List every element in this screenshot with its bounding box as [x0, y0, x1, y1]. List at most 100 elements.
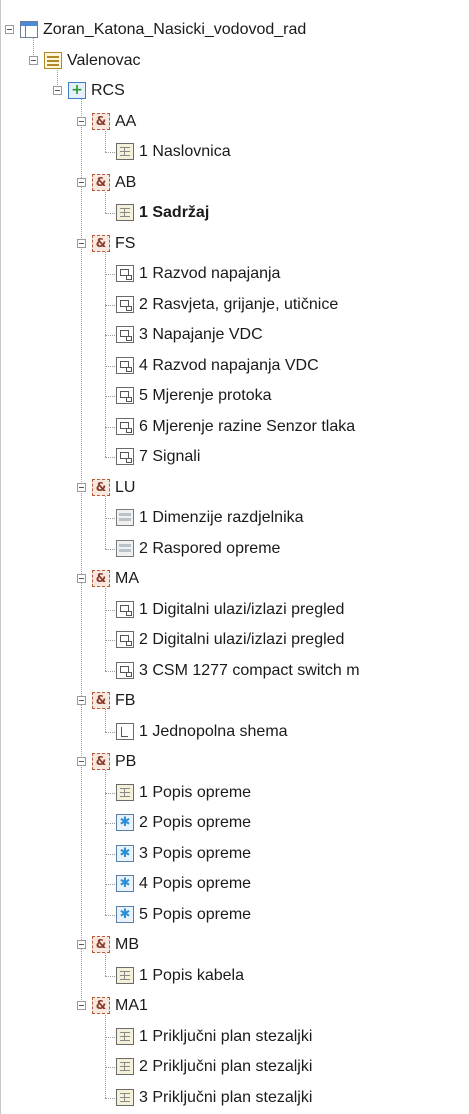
project-tree[interactable]: Zoran_Katona_Nasicki_vodovod_rad Valenova… [0, 0, 469, 1114]
tree-node[interactable]: & AA [1, 107, 469, 137]
tree-node-label: 3 Napajanje VDC [139, 326, 263, 343]
generated-report-icon: ✱ [116, 875, 134, 892]
ampersand-folder-icon: & [92, 112, 110, 130]
collapse-toggle[interactable] [77, 177, 86, 187]
tree-node[interactable]: 1 Dimenzije razdjelnika [1, 503, 469, 533]
tree-node[interactable]: & MB [1, 930, 469, 960]
tree-node[interactable]: + RCS [1, 76, 469, 106]
title-page-icon [116, 966, 134, 984]
tree-node[interactable]: 1 Digitalni ulazi/izlazi pregled [1, 595, 469, 625]
schematic-page-icon [116, 265, 134, 282]
layout-page-icon [116, 539, 134, 557]
ampersand-folder-icon: & [92, 997, 110, 1014]
ampersand-folder-icon: & [92, 234, 110, 252]
list-icon [44, 51, 62, 69]
collapse-toggle[interactable] [77, 1001, 86, 1010]
schematic-page-icon [116, 661, 134, 679]
tree-node-label: 3 CSM 1277 compact switch m [139, 661, 360, 679]
project-icon [20, 21, 38, 38]
tree-node[interactable]: 1 Jednopolna shema [1, 717, 469, 747]
tree-node[interactable]: ✱ 4 Popis opreme [1, 869, 469, 899]
tree-node[interactable]: 5 Mjerenje protoka [1, 381, 469, 411]
tree-node-label: 6 Mjerenje razine Senzor tlaka [139, 417, 356, 435]
collapse-toggle[interactable] [77, 574, 86, 583]
collapse-toggle[interactable] [77, 757, 86, 766]
tree-node-label: 3 Priključni plan stezaljki [139, 1088, 313, 1106]
collapse-toggle[interactable] [53, 86, 62, 95]
collapse-toggle[interactable] [77, 940, 86, 949]
tree-node-label: MA1 [115, 997, 148, 1014]
tree-node-label: AA [115, 112, 137, 130]
collapse-toggle[interactable] [5, 25, 14, 34]
schematic-page-icon [116, 631, 134, 648]
tree-node-label: 1 Naslovnica [139, 143, 231, 160]
tree-node-label: LU [115, 478, 136, 496]
tree-node-label: 2 Digitalni ulazi/izlazi pregled [139, 631, 345, 648]
collapse-toggle[interactable] [77, 482, 86, 492]
tree-node-label: 2 Raspored opreme [139, 539, 281, 557]
tree-node-label: 1 Digitalni ulazi/izlazi pregled [139, 600, 345, 618]
tree-node[interactable]: 3 CSM 1277 compact switch m [1, 656, 469, 686]
generated-report-icon: ✱ [116, 814, 134, 831]
tree-node-label: 2 Priključni plan stezaljki [139, 1058, 313, 1075]
generated-report-icon: ✱ [116, 844, 134, 862]
tree-node[interactable]: & MA [1, 564, 469, 594]
tree-node[interactable]: 6 Mjerenje razine Senzor tlaka [1, 412, 469, 442]
tree-node-label: 4 Popis opreme [139, 875, 252, 892]
tree-node-label: 1 Popis kabela [139, 966, 244, 984]
single-line-page-icon [116, 722, 134, 740]
tree-node[interactable]: 2 Digitalni ulazi/izlazi pregled [1, 625, 469, 655]
title-page-icon [116, 1058, 134, 1075]
tree-node[interactable]: 7 Signali [1, 442, 469, 472]
schematic-page-icon [116, 387, 134, 404]
collapse-toggle[interactable] [29, 55, 38, 65]
schematic-page-icon [116, 356, 134, 374]
collapse-toggle[interactable] [77, 116, 86, 126]
tree-node[interactable]: 1 Razvod napajanja [1, 259, 469, 289]
tree-node-label: 5 Mjerenje protoka [139, 387, 272, 404]
tree-node[interactable]: 2 Priključni plan stezaljki [1, 1052, 469, 1082]
tree-node[interactable]: 2 Raspored opreme [1, 534, 469, 564]
ampersand-folder-icon: & [92, 936, 110, 953]
tree-node[interactable]: 1 Naslovnica [1, 137, 469, 167]
tree-node[interactable]: ✱ 2 Popis opreme [1, 808, 469, 838]
tree-node[interactable]: & FB [1, 686, 469, 716]
schematic-page-icon [116, 417, 134, 435]
title-page-icon [116, 783, 134, 801]
tree-node[interactable]: & PB [1, 747, 469, 777]
tree-node[interactable]: & FS [1, 229, 469, 259]
tree-node[interactable]: 2 Rasvjeta, grijanje, utičnice [1, 290, 469, 320]
title-page-icon [116, 204, 134, 221]
tree-node[interactable]: 1 Popis opreme [1, 778, 469, 808]
tree-node-label: 7 Signali [139, 448, 201, 465]
ampersand-folder-icon: & [92, 692, 110, 709]
tree-node[interactable]: & LU [1, 473, 469, 503]
title-page-icon [116, 143, 134, 160]
collapse-toggle[interactable] [77, 696, 86, 705]
tree-node[interactable]: & MA1 [1, 991, 469, 1021]
tree-node[interactable]: ✱ 5 Popis opreme [1, 900, 469, 930]
tree-node[interactable]: & AB [1, 168, 469, 198]
tree-node[interactable]: 3 Priključni plan stezaljki [1, 1083, 469, 1113]
tree-node[interactable]: ✱ 3 Popis opreme [1, 839, 469, 869]
tree-node[interactable]: 1 Sadržaj [1, 198, 469, 228]
tree-node[interactable]: 1 Priključni plan stezaljki [1, 1022, 469, 1052]
layout-page-icon [116, 509, 134, 526]
tree-node[interactable]: 4 Razvod napajanja VDC [1, 351, 469, 381]
tree-node-label: FB [115, 692, 136, 709]
tree-node[interactable]: 3 Napajanje VDC [1, 320, 469, 350]
tree-node[interactable]: Valenovac [1, 46, 469, 76]
tree-node[interactable]: 1 Popis kabela [1, 961, 469, 991]
tree-node-label: 2 Popis opreme [139, 814, 252, 831]
tree-node-label: Zoran_Katona_Nasicki_vodovod_rad [43, 21, 307, 38]
tree-node[interactable]: Zoran_Katona_Nasicki_vodovod_rad [1, 15, 469, 45]
tree-node-label: 1 Dimenzije razdjelnika [139, 509, 304, 526]
collapse-toggle[interactable] [77, 238, 86, 248]
tree-node-label: 5 Popis opreme [139, 905, 252, 923]
title-page-icon [116, 1088, 134, 1106]
tree-node-label: 1 Priključni plan stezaljki [139, 1027, 313, 1045]
tree-node-label: 1 Razvod napajanja [139, 265, 281, 282]
tree-node-label: PB [115, 753, 137, 770]
tree-node-label: 1 Popis opreme [139, 783, 252, 801]
tree-node-label: MB [115, 936, 139, 953]
